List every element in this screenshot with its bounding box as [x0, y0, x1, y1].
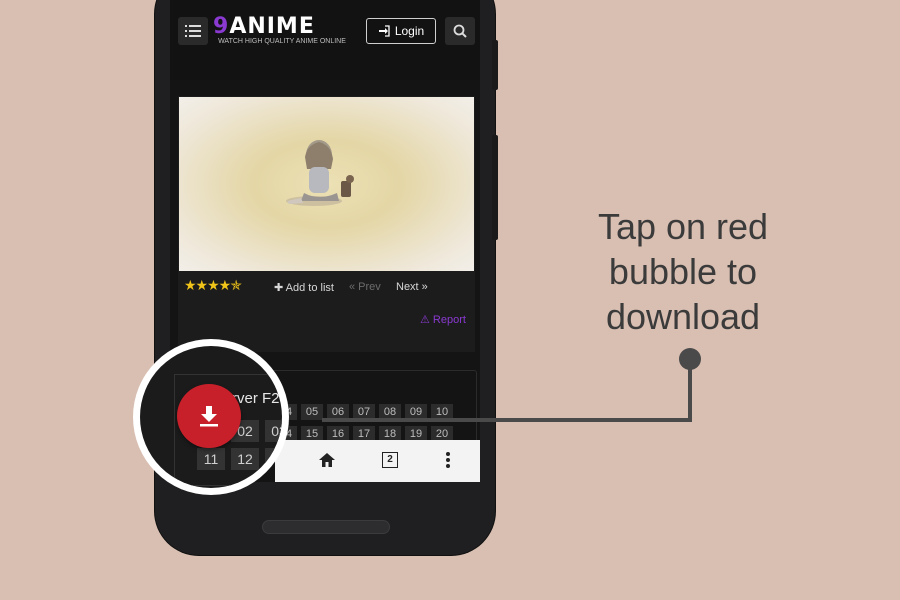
instruction-text: Tap on red bubble to download [583, 204, 783, 339]
add-to-list-button[interactable]: ✚ Add to list [274, 281, 334, 294]
episode-button[interactable]: 10 [431, 404, 453, 420]
home-icon [319, 453, 335, 467]
home-button[interactable] [315, 448, 339, 472]
episode-button[interactable]: 06 [327, 404, 349, 420]
login-label: Login [394, 24, 425, 38]
download-bubble-button[interactable] [177, 384, 241, 448]
video-player: ★★★★✯ ✚ Add to list « Prev Next » ⚠ Repo… [178, 96, 475, 352]
site-tagline: WATCH HIGH QUALITY ANIME ONLINE [218, 38, 346, 45]
callout-dot [679, 348, 701, 370]
more-vertical-icon [446, 452, 450, 468]
site-header: 9ANIME WATCH HIGH QUALITY ANIME ONLINE L… [170, 0, 480, 80]
next-button[interactable]: Next » [396, 281, 428, 293]
rating-stars[interactable]: ★★★★✯ [184, 277, 242, 294]
login-button[interactable]: Login [366, 18, 436, 44]
episode-button[interactable]: 07 [353, 404, 375, 420]
download-icon [200, 406, 218, 427]
site-logo[interactable]: 9ANIME [213, 14, 315, 39]
episode-button-large[interactable]: 13 [265, 448, 282, 470]
logo-nine: 9 [213, 14, 230, 39]
episode-button[interactable]: 09 [405, 404, 427, 420]
episode-button-large[interactable]: 12 [231, 448, 259, 470]
instruction-line-1: Tap on red [597, 206, 769, 247]
phone-power-button [492, 135, 498, 240]
overflow-menu-button[interactable] [436, 448, 460, 472]
instruction-line-3: download [605, 296, 761, 337]
instruction-line-2: bubble to [608, 251, 758, 292]
search-button[interactable] [445, 17, 475, 45]
episode-button-large[interactable]: 11 [197, 448, 225, 470]
episode-button-large[interactable]: 03 [265, 420, 282, 442]
video-frame[interactable] [179, 97, 474, 271]
tab-count: 2 [382, 452, 398, 468]
list-icon [185, 25, 201, 37]
search-icon [453, 24, 467, 38]
tabs-button[interactable]: 2 [378, 448, 402, 472]
prev-button[interactable]: « Prev [349, 281, 381, 293]
phone-volume-button [492, 40, 498, 90]
phone-speaker [262, 520, 390, 534]
episode-button[interactable]: 05 [301, 404, 323, 420]
report-button[interactable]: ⚠ Report [420, 313, 466, 326]
sign-in-icon [378, 25, 390, 37]
logo-text: ANIME [229, 14, 315, 39]
menu-button[interactable] [178, 17, 208, 45]
browser-bottom-bar: 2 [275, 440, 480, 482]
anime-scene-image [286, 140, 354, 206]
episode-button[interactable]: 08 [379, 404, 401, 420]
